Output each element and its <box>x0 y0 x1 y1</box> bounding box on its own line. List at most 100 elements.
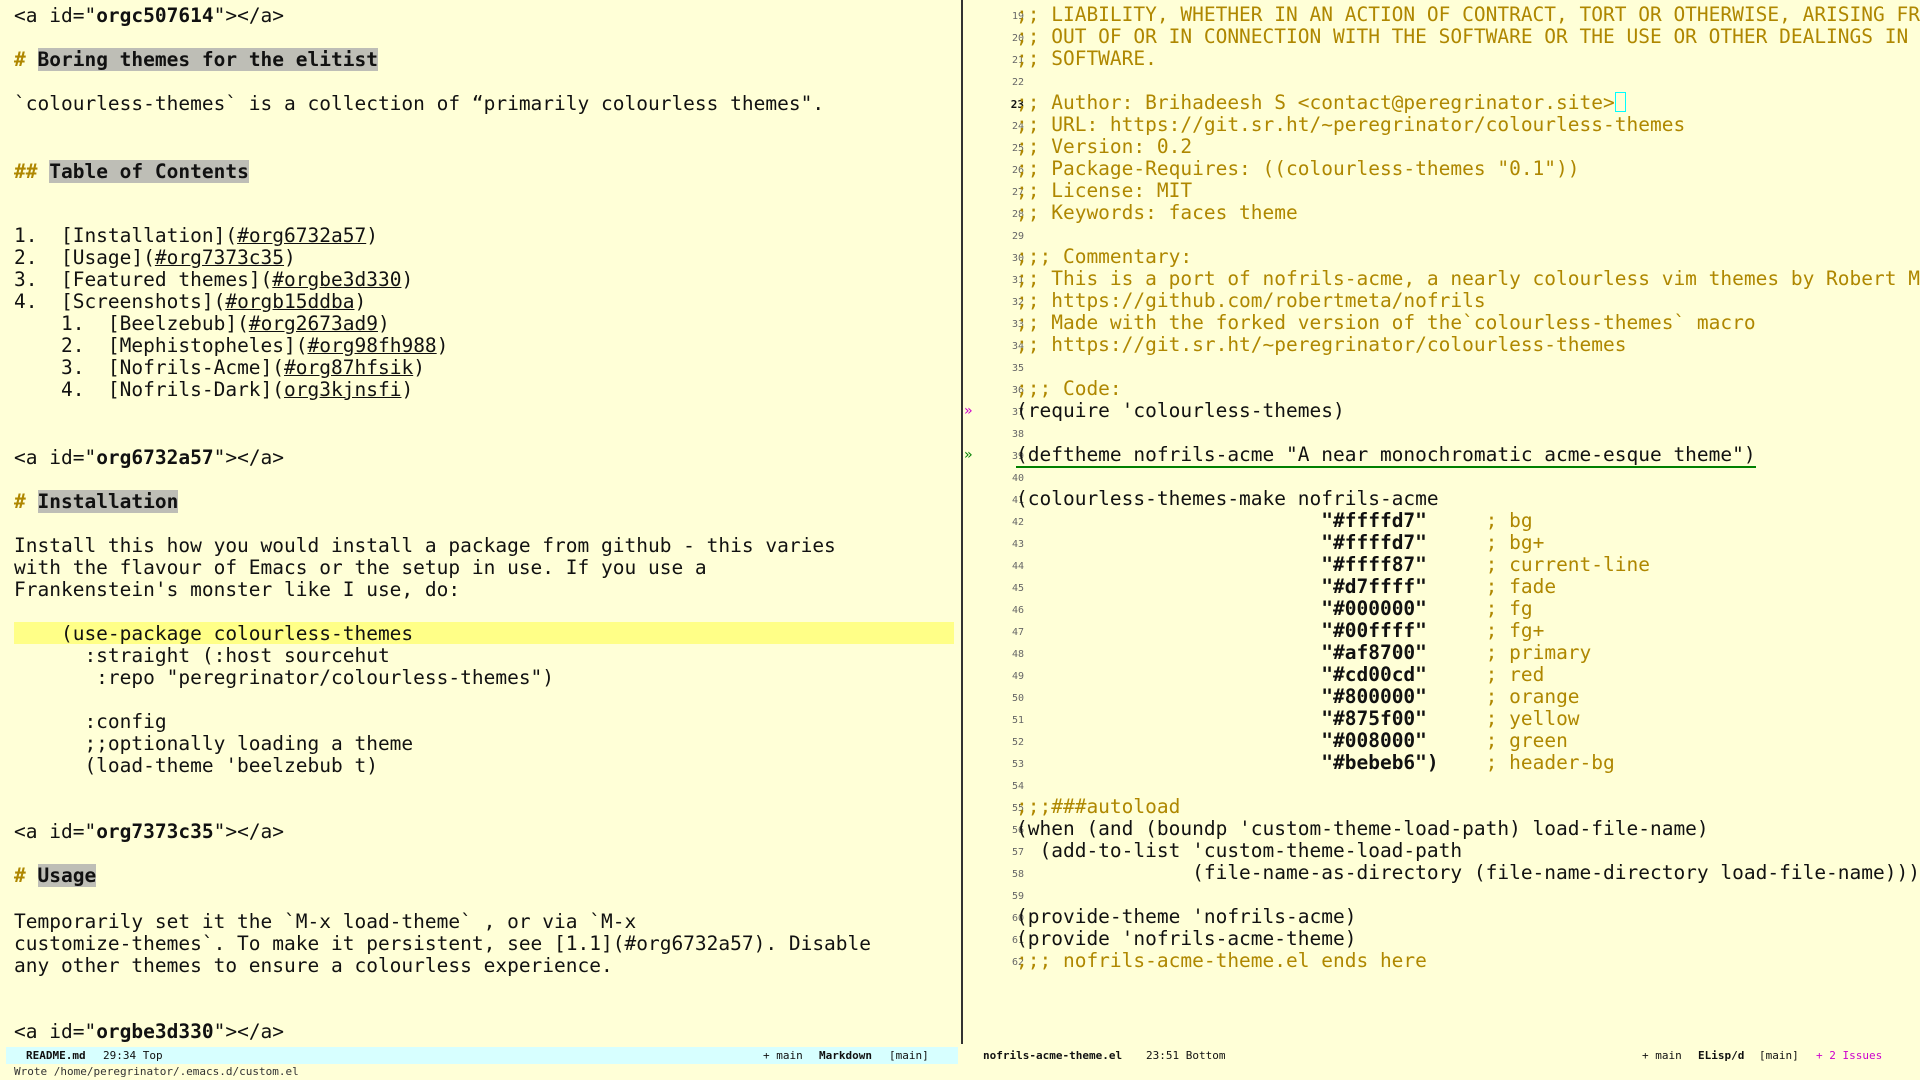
code-text: (deftheme nofrils-acme "A near monochrom… <box>1000 443 1756 468</box>
color-value: "#ffffd7" <box>1321 509 1427 532</box>
toc-link[interactable]: #org7373c35 <box>155 246 284 269</box>
toc-link[interactable]: #orgbe3d330 <box>272 268 401 291</box>
md-heading: ## Table of Contents <box>14 160 249 183</box>
code-text: ;;;###autoload <box>1016 795 1181 818</box>
heading-marker: # <box>14 48 26 71</box>
color-value: "#00ffff" <box>1321 619 1427 642</box>
code-text: "#cd00cd" ; red <box>1000 664 1544 686</box>
md-text-line: Temporarily set it the `M-x load-theme` … <box>14 910 637 933</box>
elisp-line: 56 (when (and (boundp 'custom-theme-load-… <box>964 818 1920 840</box>
code-text: "#008000" ; green <box>1000 730 1568 752</box>
right-window-elisp[interactable]: 19;; LIABILITY, WHETHER IN AN ACTION OF … <box>964 0 1920 1044</box>
elisp-line: 22 <box>964 70 1920 92</box>
elisp-line: 37» (require 'colourless-themes) <box>964 400 1920 422</box>
mode-line-filename: nofrils-acme-theme.el <box>983 1049 1123 1062</box>
md-text-line: with the flavour of Emacs or the setup i… <box>14 556 707 579</box>
elisp-line: 41 (colourless-themes-make nofrils-acme <box>964 488 1920 510</box>
color-value: "#875f00" <box>1321 707 1427 730</box>
elisp-line: 36;;; Code: <box>964 378 1920 400</box>
color-value: "#d7ffff" <box>1321 575 1427 598</box>
color-comment: ; header-bg <box>1485 751 1615 774</box>
toc-label: Usage <box>72 246 132 269</box>
anchor-id: orgbe3d330 <box>96 1020 214 1043</box>
color-value: "#cd00cd" <box>1321 663 1427 686</box>
toc-label: Nofrils-Acme <box>119 356 261 379</box>
left-window-readme[interactable]: <a id="orgc507614"></a> # Boring themes f… <box>0 0 962 1044</box>
md-heading: # Boring themes for the elitist <box>14 48 378 71</box>
code-block-line: ;;optionally loading a theme <box>14 732 414 755</box>
toc-link[interactable]: #org6732a57 <box>237 224 366 247</box>
window-divider[interactable] <box>961 0 963 1044</box>
heading-marker: # <box>14 864 26 887</box>
color-value: "#bebeb6") <box>1321 751 1439 774</box>
code-block-line: (load-theme 'beelzebub t) <box>14 754 378 777</box>
code-text: ;; Package-Requires: ((colourless-themes… <box>1016 157 1580 180</box>
elisp-line: 54 <box>964 774 1920 796</box>
fringe-marker-icon: » <box>964 403 973 419</box>
mode-line-position: 29:34 Top <box>103 1049 163 1062</box>
mode-line-filename: README.md <box>26 1049 86 1062</box>
color-value: "#ffff87" <box>1321 553 1427 576</box>
code-text: "#ffffd7" ; bg+ <box>1000 532 1544 554</box>
elisp-line: 25;; Version: 0.2 <box>964 136 1920 158</box>
toc-item: 1. [Beelzebub](#org2673ad9) <box>14 312 390 335</box>
color-comment: ; primary <box>1485 641 1592 664</box>
elisp-line: 39» (deftheme nofrils-acme "A near monoch… <box>964 443 1920 468</box>
mode-line-position: 23:51 Bottom <box>1146 1049 1226 1062</box>
fringe-marker-icon: » <box>964 447 973 463</box>
color-comment: ; fg+ <box>1485 619 1545 642</box>
code-text: "#bebeb6") ; header-bg <box>1000 752 1615 774</box>
heading-marker: # <box>14 490 26 513</box>
color-comment: ; fg <box>1485 597 1533 620</box>
code-text: ;; OUT OF OR IN CONNECTION WITH THE SOFT… <box>1016 25 1920 48</box>
code-block-line: :repo "peregrinator/colourless-themes") <box>14 666 555 689</box>
elisp-line: 30;;; Commentary: <box>964 246 1920 268</box>
anchor-id: org6732a57 <box>96 446 214 469</box>
code-text: ;; LIABILITY, WHETHER IN AN ACTION OF CO… <box>1016 3 1920 26</box>
code-text: ;; This is a port of nofrils-acme, a nea… <box>1016 267 1920 290</box>
mode-line-issues[interactable]: + 2 Issues <box>1816 1047 1882 1064</box>
text-cursor <box>1614 92 1626 112</box>
toc-link[interactable]: #org87hfsik <box>284 356 413 379</box>
toc-link[interactable]: org3kjnsfi <box>284 378 401 401</box>
mode-line-branch: + main <box>763 1049 803 1062</box>
heading-text: Table of Contents <box>49 160 249 183</box>
color-comment: ; bg+ <box>1485 531 1545 554</box>
code-text: (colourless-themes-make nofrils-acme <box>1016 487 1439 510</box>
elisp-line: 53 "#bebeb6") ; header-bg <box>964 752 1920 774</box>
anchor-id: orgc507614 <box>96 4 214 27</box>
toc-link[interactable]: #orgb15ddba <box>225 290 354 313</box>
code-text: "#000000" ; fg <box>1000 597 1533 620</box>
code-text: ;; Author: Brihadeesh S <contact@peregri… <box>1000 92 1626 114</box>
elisp-line: 58 (file-name-as-directory (file-name-di… <box>964 862 1920 884</box>
code-text: ;;; nofrils-acme-theme.el ends here <box>1016 949 1427 972</box>
heading-marker: ## <box>14 160 38 183</box>
code-text: (when (and (boundp 'custom-theme-load-pa… <box>1016 817 1709 840</box>
code-text: "#af8700" ; primary <box>1000 642 1591 664</box>
code-text: ;; https://git.sr.ht/~peregrinator/colou… <box>1016 333 1627 356</box>
toc-item: 3. [Featured themes](#orgbe3d330) <box>14 268 414 291</box>
elisp-line: 38 <box>964 422 1920 444</box>
elisp-line: 19;; LIABILITY, WHETHER IN AN ACTION OF … <box>964 4 1920 26</box>
elisp-line: 28;; Keywords: faces theme <box>964 202 1920 224</box>
elisp-line: 51 "#875f00" ; yellow <box>964 708 1920 730</box>
toc-link[interactable]: #org2673ad9 <box>249 312 378 335</box>
code-text: (add-to-list 'custom-theme-load-path <box>1016 839 1463 862</box>
md-text-line: `colourless-themes` is a collection of “… <box>14 92 825 115</box>
code-text: "#875f00" ; yellow <box>1000 707 1579 730</box>
code-text: ;; Version: 0.2 <box>1016 135 1193 158</box>
anchor-id: org7373c35 <box>96 820 214 843</box>
heading-text: Installation <box>37 490 179 513</box>
code-text: ;; URL: https://git.sr.ht/~peregrinator/… <box>1016 113 1686 136</box>
code-block-line: :config <box>14 710 167 733</box>
elisp-line: 23;; Author: Brihadeesh S <contact@pereg… <box>964 92 1920 114</box>
toc-link[interactable]: #org98fh988 <box>308 334 437 357</box>
code-text: ;;; Commentary: <box>1016 245 1193 268</box>
toc-item: 3. [Nofrils-Acme](#org87hfsik) <box>14 356 425 379</box>
code-text: (file-name-as-directory (file-name-direc… <box>1016 861 1920 884</box>
md-text-line: Frankenstein's monster like I use, do: <box>14 578 461 601</box>
code-text: "#ffffd7" ; bg <box>1000 509 1532 532</box>
elisp-line: 26;; Package-Requires: ((colourless-them… <box>964 158 1920 180</box>
elisp-line: 20;; OUT OF OR IN CONNECTION WITH THE SO… <box>964 26 1920 48</box>
color-comment: ; green <box>1485 729 1568 752</box>
